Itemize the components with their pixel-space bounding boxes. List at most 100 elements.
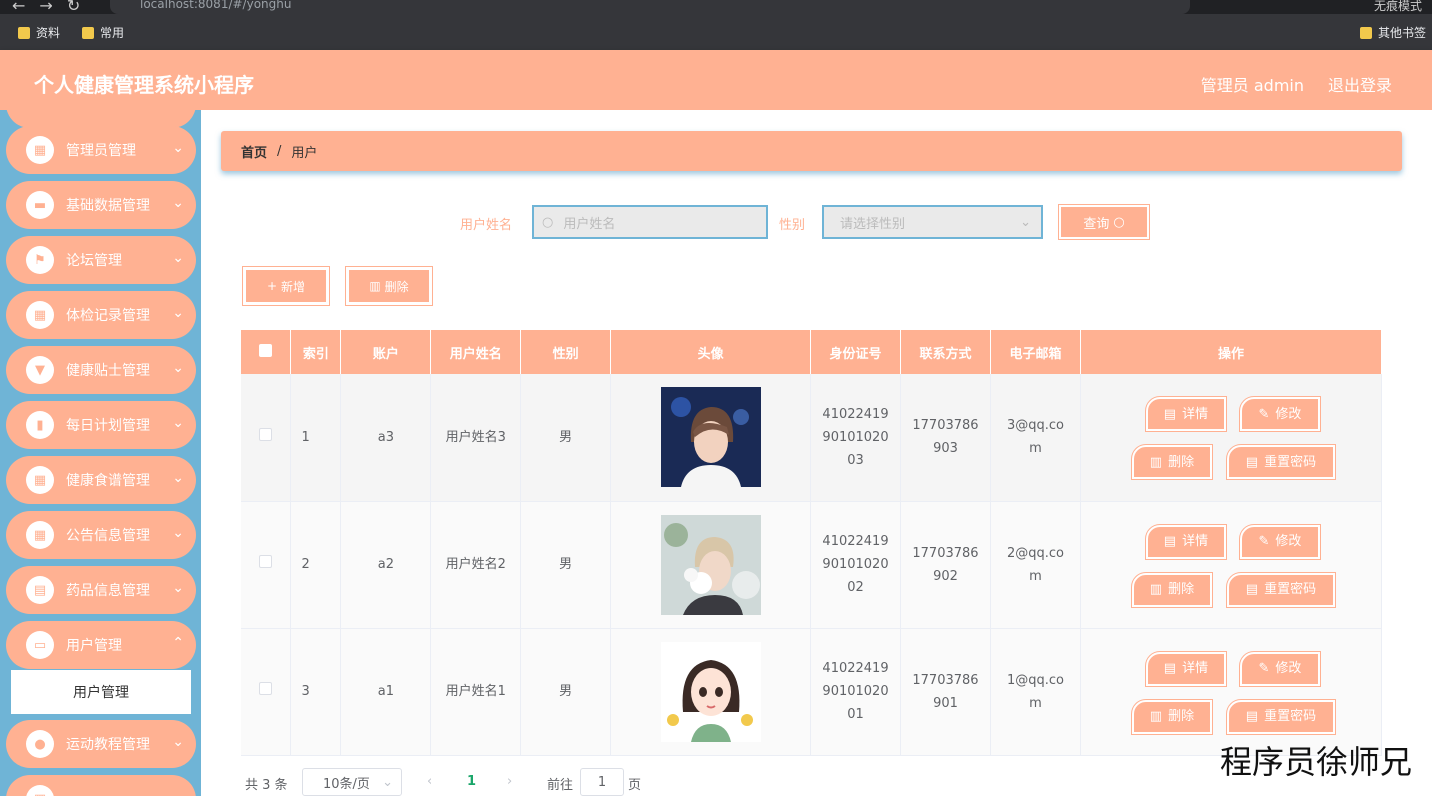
query-button[interactable]: 查询 ○ bbox=[1058, 204, 1150, 240]
folder-icon bbox=[18, 26, 30, 39]
sidebar-item-medicine[interactable]: ▤ 药品信息管理 ⌄ bbox=[6, 566, 196, 614]
delete-button[interactable]: ▥ 删除 bbox=[1130, 444, 1213, 481]
apps-icon: ▦ bbox=[26, 521, 54, 549]
page-number-current[interactable]: 1 bbox=[467, 774, 476, 789]
id-line: 90101020 bbox=[822, 557, 889, 572]
delete-button[interactable]: ▥ 删除 bbox=[1130, 698, 1213, 735]
chart-icon: ▮ bbox=[26, 411, 54, 439]
email-line: m bbox=[1029, 441, 1042, 457]
row-select[interactable] bbox=[241, 628, 292, 756]
page-size-select[interactable]: 10条/页 ⌄ bbox=[302, 768, 402, 796]
add-button[interactable]: + 新增 bbox=[242, 266, 330, 306]
folder-icon bbox=[1360, 26, 1372, 39]
sidebar-item-plan[interactable]: ▮ 每日计划管理 ⌄ bbox=[6, 401, 196, 449]
checkbox-all[interactable] bbox=[259, 343, 273, 357]
id-line: 41022419 bbox=[822, 406, 889, 422]
sidebar-item-basic-data[interactable]: ▬ 基础数据管理 ⌄ bbox=[6, 181, 196, 229]
phone-line: 17703786 bbox=[912, 545, 979, 561]
bookmark-ziliao[interactable]: 资料 bbox=[18, 24, 60, 41]
briefcase-icon: ▭ bbox=[26, 631, 54, 659]
sidebar-item-tips[interactable]: ▼ 健康贴士管理 ⌄ bbox=[6, 346, 196, 394]
logout-link[interactable]: 退出登录 bbox=[1328, 72, 1392, 96]
breadcrumb-home[interactable]: 首页 bbox=[241, 142, 267, 161]
grid-icon: ▦ bbox=[26, 785, 54, 796]
edit-button[interactable]: ✎ 修改 bbox=[1238, 396, 1321, 433]
delete-button[interactable]: ▥ 删除 bbox=[1130, 571, 1213, 608]
phone-line: 902 bbox=[933, 568, 958, 584]
sidebar-item-label: 运动教程管理 bbox=[66, 737, 150, 753]
row-select[interactable] bbox=[241, 374, 292, 502]
sidebar-item-recipe[interactable]: ▦ 健康食谱管理 ⌄ bbox=[6, 456, 196, 504]
sidebar-item-forum[interactable]: ⚑ 论坛管理 ⌄ bbox=[6, 236, 196, 284]
avatar-image bbox=[660, 514, 761, 615]
cell-avatar bbox=[610, 501, 812, 629]
row-checkbox[interactable] bbox=[259, 555, 273, 568]
user-table: 索引 账户 用户姓名 性别 头像 身份证号 联系方式 电子邮箱 操作 1 a3 … bbox=[241, 330, 1383, 756]
cell-id-card: 41022419 90101020 03 bbox=[810, 374, 901, 502]
next-page-button[interactable]: › bbox=[507, 774, 512, 789]
email-line: 3@qq.co bbox=[1006, 418, 1064, 434]
trash-icon: ▥ bbox=[369, 279, 381, 293]
cell-email: 1@qq.co m bbox=[990, 628, 1081, 756]
grid-icon: ▦ bbox=[26, 136, 54, 164]
header-cell: 身份证号 bbox=[810, 330, 901, 374]
email-line: m bbox=[1029, 695, 1042, 711]
header-cell: 头像 bbox=[610, 330, 812, 374]
chevron-down-icon: ⌄ bbox=[172, 734, 184, 750]
page-size-label: 10条/页 bbox=[323, 776, 370, 792]
trash-icon: ▥ bbox=[1149, 582, 1163, 597]
gender-select[interactable]: 请选择性别 ⌄ bbox=[822, 205, 1043, 239]
watermark: 程序员徐师兄 bbox=[1219, 743, 1412, 781]
sidebar-item-exercise[interactable]: ● 运动教程管理 ⌄ bbox=[6, 720, 196, 768]
row-checkbox[interactable] bbox=[259, 682, 273, 695]
sidebar-item-label: 每日计划管理 bbox=[66, 418, 150, 434]
goto-page-input[interactable]: 1 bbox=[580, 768, 624, 796]
detail-button[interactable]: ▤ 详情 bbox=[1144, 523, 1227, 560]
reset-password-button[interactable]: ▤ 重置密码 bbox=[1225, 698, 1336, 735]
document-icon: ▤ bbox=[1163, 661, 1177, 676]
cell-email: 3@qq.co m bbox=[990, 374, 1081, 502]
cell-name: 用户姓名2 bbox=[430, 501, 522, 629]
query-label: 查询 bbox=[1083, 216, 1110, 232]
table-header-row: 索引 账户 用户姓名 性别 头像 身份证号 联系方式 电子邮箱 操作 bbox=[241, 330, 1383, 374]
header-select-all[interactable] bbox=[241, 330, 292, 374]
header-cell: 用户姓名 bbox=[430, 330, 522, 374]
cell-avatar bbox=[610, 374, 812, 502]
bookmark-other[interactable]: 其他书签 bbox=[1360, 24, 1426, 41]
sidebar-item-users[interactable]: ▭ 用户管理 ⌃ bbox=[6, 621, 196, 669]
reset-label: 重置密码 bbox=[1264, 582, 1317, 597]
search-icon: ○ bbox=[1113, 214, 1125, 230]
prev-page-button[interactable]: ‹ bbox=[427, 774, 432, 789]
cell-phone: 17703786 903 bbox=[900, 374, 991, 502]
edit-button[interactable]: ✎ 修改 bbox=[1238, 650, 1321, 687]
sidebar-item-checkup[interactable]: ▦ 体检记录管理 ⌄ bbox=[6, 291, 196, 339]
bulk-delete-button[interactable]: ▥ 删除 bbox=[345, 266, 433, 306]
edit-label: 修改 bbox=[1275, 661, 1302, 676]
sidebar-item-more[interactable]: ▦ bbox=[6, 775, 196, 796]
header-cell: 索引 bbox=[290, 330, 342, 374]
bookmark-changyong[interactable]: 常用 bbox=[82, 24, 124, 41]
search-form: 用户姓名 ○ 用户姓名 性别 请选择性别 ⌄ 查询 ○ bbox=[201, 204, 1432, 240]
header-cell: 联系方式 bbox=[900, 330, 991, 374]
edit-label: 修改 bbox=[1275, 406, 1302, 422]
cell-index: 3 bbox=[290, 628, 342, 756]
sidebar-item-notice[interactable]: ▦ 公告信息管理 ⌄ bbox=[6, 511, 196, 559]
cell-name: 用户姓名1 bbox=[430, 628, 522, 756]
sidebar-item-admin[interactable]: ▦ 管理员管理 ⌄ bbox=[6, 126, 196, 174]
id-line: 90101020 bbox=[822, 684, 889, 699]
detail-button[interactable]: ▤ 详情 bbox=[1144, 650, 1227, 687]
submenu-users[interactable]: 用户管理 bbox=[11, 670, 191, 714]
detail-button[interactable]: ▤ 详情 bbox=[1144, 396, 1227, 433]
edit-button[interactable]: ✎ 修改 bbox=[1238, 523, 1321, 560]
name-search-input[interactable]: ○ 用户姓名 bbox=[532, 205, 768, 239]
chevron-down-icon: ⌄ bbox=[172, 415, 184, 431]
address-bar[interactable]: localhost:8081/#/yonghu bbox=[110, 0, 1190, 14]
reset-password-button[interactable]: ▤ 重置密码 bbox=[1225, 571, 1336, 608]
row-checkbox[interactable] bbox=[259, 427, 273, 441]
trash-icon: ▥ bbox=[1149, 709, 1163, 724]
grid-icon: ▦ bbox=[26, 301, 54, 329]
reset-password-button[interactable]: ▤ 重置密码 bbox=[1225, 444, 1336, 481]
row-select[interactable] bbox=[241, 501, 292, 629]
browser-nav-icons[interactable]: ←→↻ bbox=[12, 0, 94, 15]
bookmarks-bar: 资料 常用 其他书签 bbox=[0, 14, 1432, 50]
